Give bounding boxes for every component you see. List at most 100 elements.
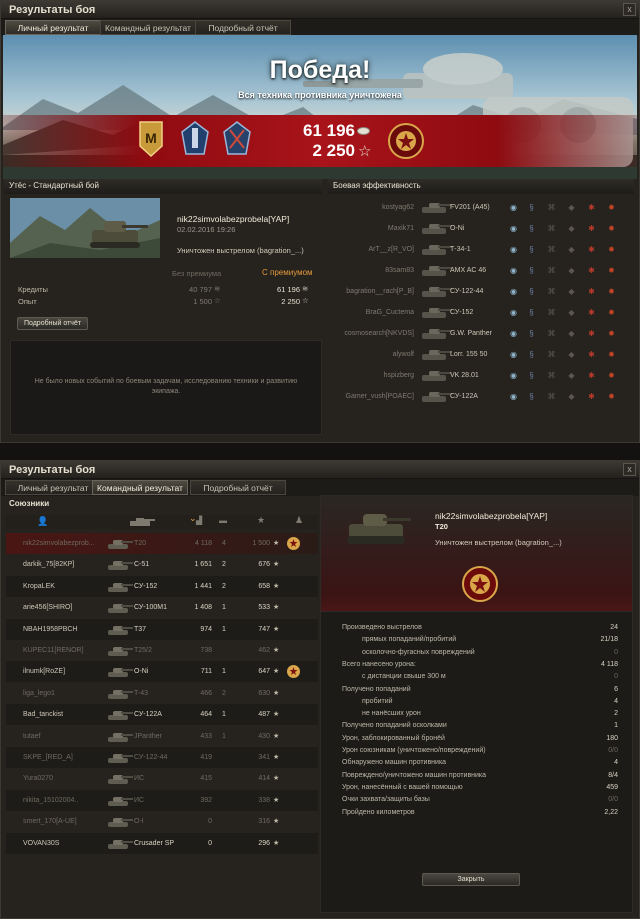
enemy-tank-icon bbox=[422, 266, 452, 276]
stat-row: Пройдено километров 2,22 bbox=[342, 807, 618, 819]
damage-column-icon[interactable]: ▟ bbox=[196, 516, 202, 525]
stat-label: Обнаружено машин противника bbox=[342, 759, 447, 767]
enemy-player-name: cosmosearch[NKVDS] bbox=[344, 330, 414, 337]
efficiency-row[interactable]: hspizberg VK 28.01 ◉ § ⌘ ◆ ✱ ✹ bbox=[330, 365, 633, 386]
top-gun-medal-icon[interactable] bbox=[387, 121, 425, 161]
ally-kills: 1 bbox=[222, 732, 226, 740]
ally-kills: 2 bbox=[222, 689, 226, 697]
team-row[interactable]: ilnumk[RoZE] О-Ni 711 1 647 ★ bbox=[6, 661, 318, 683]
xp-star-icon: ★ bbox=[273, 818, 280, 826]
team-row[interactable]: arie456[SHIRO] СУ-100М1 1 408 1 533 ★ bbox=[6, 597, 318, 618]
efficiency-row[interactable]: BraG_Cuctema СУ-152 ◉ § ⌘ ◆ ✱ ✹ bbox=[330, 302, 633, 323]
efficiency-row[interactable]: kostyag62 FV201 (A45) ◉ § ⌘ ◆ ✱ ✹ bbox=[330, 197, 633, 218]
enemy-player-name: BraG_Cuctema bbox=[365, 309, 414, 316]
stat-label: пробитий bbox=[362, 697, 393, 705]
team-row[interactable]: smert_170[A-UE] O-I 0 316 ★ bbox=[6, 811, 318, 832]
tab-team-result[interactable]: Командный результат bbox=[100, 20, 196, 35]
efficiency-row[interactable]: 83sam83 AMX AC 46 ◉ § ⌘ ◆ ✱ ✹ bbox=[330, 260, 633, 281]
detailed-report-button[interactable]: Подробный отчёт bbox=[17, 317, 88, 330]
shootout-medal-icon[interactable] bbox=[222, 120, 252, 158]
top-gun-medal-icon[interactable] bbox=[286, 664, 301, 679]
ally-damage: 4 118 bbox=[195, 540, 212, 547]
efficiency-row[interactable]: Maxik71 О-Ni ◉ § ⌘ ◆ ✱ ✹ bbox=[330, 218, 633, 239]
team-row[interactable]: Bad_tanckist СУ-122А 464 1 487 ★ bbox=[6, 704, 318, 726]
victory-subtitle: Вся техника противника уничтожена bbox=[238, 90, 402, 100]
damage-icon: ✱ bbox=[588, 329, 595, 338]
efficiency-row[interactable]: cosmosearch[NKVDS] G.W. Panther ◉ § ⌘ ◆ ✱ ✹ bbox=[330, 323, 633, 344]
stat-row: Повреждено/уничтожено машин противника 8/… bbox=[342, 770, 618, 782]
stat-label: Всего нанесено урона: bbox=[342, 660, 416, 668]
tab-personal-result[interactable]: Личный результат bbox=[5, 20, 101, 35]
ally-tank-icon bbox=[108, 561, 133, 571]
assist-spot-icon: ⌘ bbox=[547, 329, 556, 338]
mastery-badge-icon[interactable]: M bbox=[136, 120, 166, 158]
team-row[interactable]: KropaLEK СУ-152 1 441 2 658 ★ bbox=[6, 575, 318, 597]
ally-player-name: KropaLEK bbox=[23, 582, 55, 590]
team-row[interactable]: darkik_75[82KP] С-51 1 651 2 676 ★ bbox=[6, 554, 318, 575]
xp-column-icon[interactable]: ★ bbox=[257, 515, 265, 526]
team-row[interactable]: NBAH1958PBCH T37 974 1 747 ★ bbox=[6, 618, 318, 640]
team-row[interactable]: nik22simvolabezprob... T20 4 118 4 1 500 ★ bbox=[6, 533, 318, 554]
top-gun-medal-icon[interactable] bbox=[461, 564, 499, 604]
team-row[interactable]: Yura0270 ИС 415 414 ★ bbox=[6, 768, 318, 789]
tab-team-result[interactable]: Командный результат bbox=[92, 480, 188, 495]
ally-xp: 341 bbox=[258, 754, 270, 761]
ally-tank-icon bbox=[108, 540, 133, 549]
efficiency-row[interactable]: Gamer_vush[POAEC] СУ-122А ◉ § ⌘ ◆ ✱ ✹ bbox=[330, 386, 633, 407]
efficiency-row[interactable]: alywolf Lorr. 155 50 ◉ § ⌘ ◆ ✱ ✹ bbox=[330, 344, 633, 365]
ally-damage: 0 bbox=[208, 839, 212, 847]
close-icon[interactable]: x bbox=[623, 463, 636, 476]
t20-tank-image bbox=[347, 514, 411, 544]
medal-column-icon[interactable]: ♟ bbox=[295, 515, 303, 526]
team-row[interactable]: KUPEC11[RENOR] T25/2 738 462 ★ bbox=[6, 640, 318, 661]
ally-kills: 1 bbox=[222, 668, 226, 676]
enemy-player-name: 83sam83 bbox=[385, 267, 414, 274]
assist-spot-icon: ⌘ bbox=[547, 266, 556, 275]
team-row[interactable]: SKPE_[RED_A] СУ-122-44 419 341 ★ bbox=[6, 747, 318, 768]
ally-damage: 433 bbox=[200, 732, 212, 740]
stat-label: Произведено выстрелов bbox=[342, 624, 422, 631]
stat-value: 1 bbox=[614, 722, 618, 730]
team-row[interactable]: tutaef JPanther 433 1 430 ★ bbox=[6, 726, 318, 747]
ally-player-name: VOVAN30S bbox=[23, 839, 60, 847]
ally-tank-icon bbox=[108, 732, 133, 742]
player-column-icon[interactable]: 👤 bbox=[37, 516, 48, 527]
tank-column-icon[interactable] bbox=[126, 518, 156, 527]
map-thumbnail bbox=[10, 198, 160, 258]
ally-tank-name: Crusader SP bbox=[134, 839, 175, 847]
close-button[interactable]: Закрыть bbox=[422, 873, 520, 886]
xp-star-icon: ★ bbox=[273, 647, 280, 654]
enemy-player-name: Maxik71 bbox=[387, 225, 414, 232]
crits-icon: ◆ bbox=[568, 371, 575, 380]
kills-column-icon[interactable]: ▬ bbox=[219, 516, 227, 525]
stat-label: Урон, нанесённый с вашей помощью bbox=[342, 783, 463, 791]
team-row[interactable]: VOVAN30S Crusader SP 0 296 ★ bbox=[6, 832, 318, 854]
xp-star-icon: ☆ bbox=[302, 296, 309, 305]
ally-damage: 419 bbox=[200, 754, 212, 761]
window-title: Результаты боя bbox=[1, 461, 639, 479]
tab-detailed-report[interactable]: Подробный отчёт bbox=[190, 480, 286, 495]
victory-title: Победа! bbox=[269, 56, 371, 84]
efficiency-row[interactable]: bagration__rach[P_B] СУ-122-44 ◉ § ⌘ ◆ ✱ ✹ bbox=[330, 281, 633, 302]
damage-icon: ✱ bbox=[588, 203, 595, 212]
tab-personal-result[interactable]: Личный результат bbox=[5, 480, 101, 495]
close-icon[interactable]: x bbox=[623, 3, 636, 16]
efficiency-row[interactable]: ArT__z[R_VO] Т-34-1 ◉ § ⌘ ◆ ✱ ✹ bbox=[330, 239, 633, 260]
damage-icon: ✱ bbox=[588, 287, 595, 296]
enemy-tank-name: О-Ni bbox=[450, 225, 465, 232]
ally-tank-name: О-Ni bbox=[134, 668, 149, 676]
sniper-medal-icon[interactable] bbox=[180, 120, 210, 158]
team-row[interactable]: liga_lego1 T-43 466 2 630 ★ bbox=[6, 683, 318, 704]
kill-icon: ✹ bbox=[608, 329, 615, 338]
top-gun-medal-icon[interactable] bbox=[286, 536, 301, 551]
team-row[interactable]: nikita_15102004.. ИС 392 338 ★ bbox=[6, 789, 318, 811]
ally-player-name: smert_170[A-UE] bbox=[23, 818, 77, 826]
ally-player-name: liga_lego1 bbox=[23, 689, 55, 697]
detail-tank-name: T20 bbox=[435, 522, 448, 531]
ally-player-name: tutaef bbox=[23, 732, 41, 740]
detail-player-name: nik22simvolabezprobela[YAP] bbox=[435, 511, 548, 521]
ally-kills: 2 bbox=[222, 582, 226, 590]
ally-player-name: NBAH1958PBCH bbox=[23, 625, 78, 633]
tab-detailed-report[interactable]: Подробный отчёт bbox=[195, 20, 291, 35]
ally-damage: 1 441 bbox=[194, 582, 212, 590]
